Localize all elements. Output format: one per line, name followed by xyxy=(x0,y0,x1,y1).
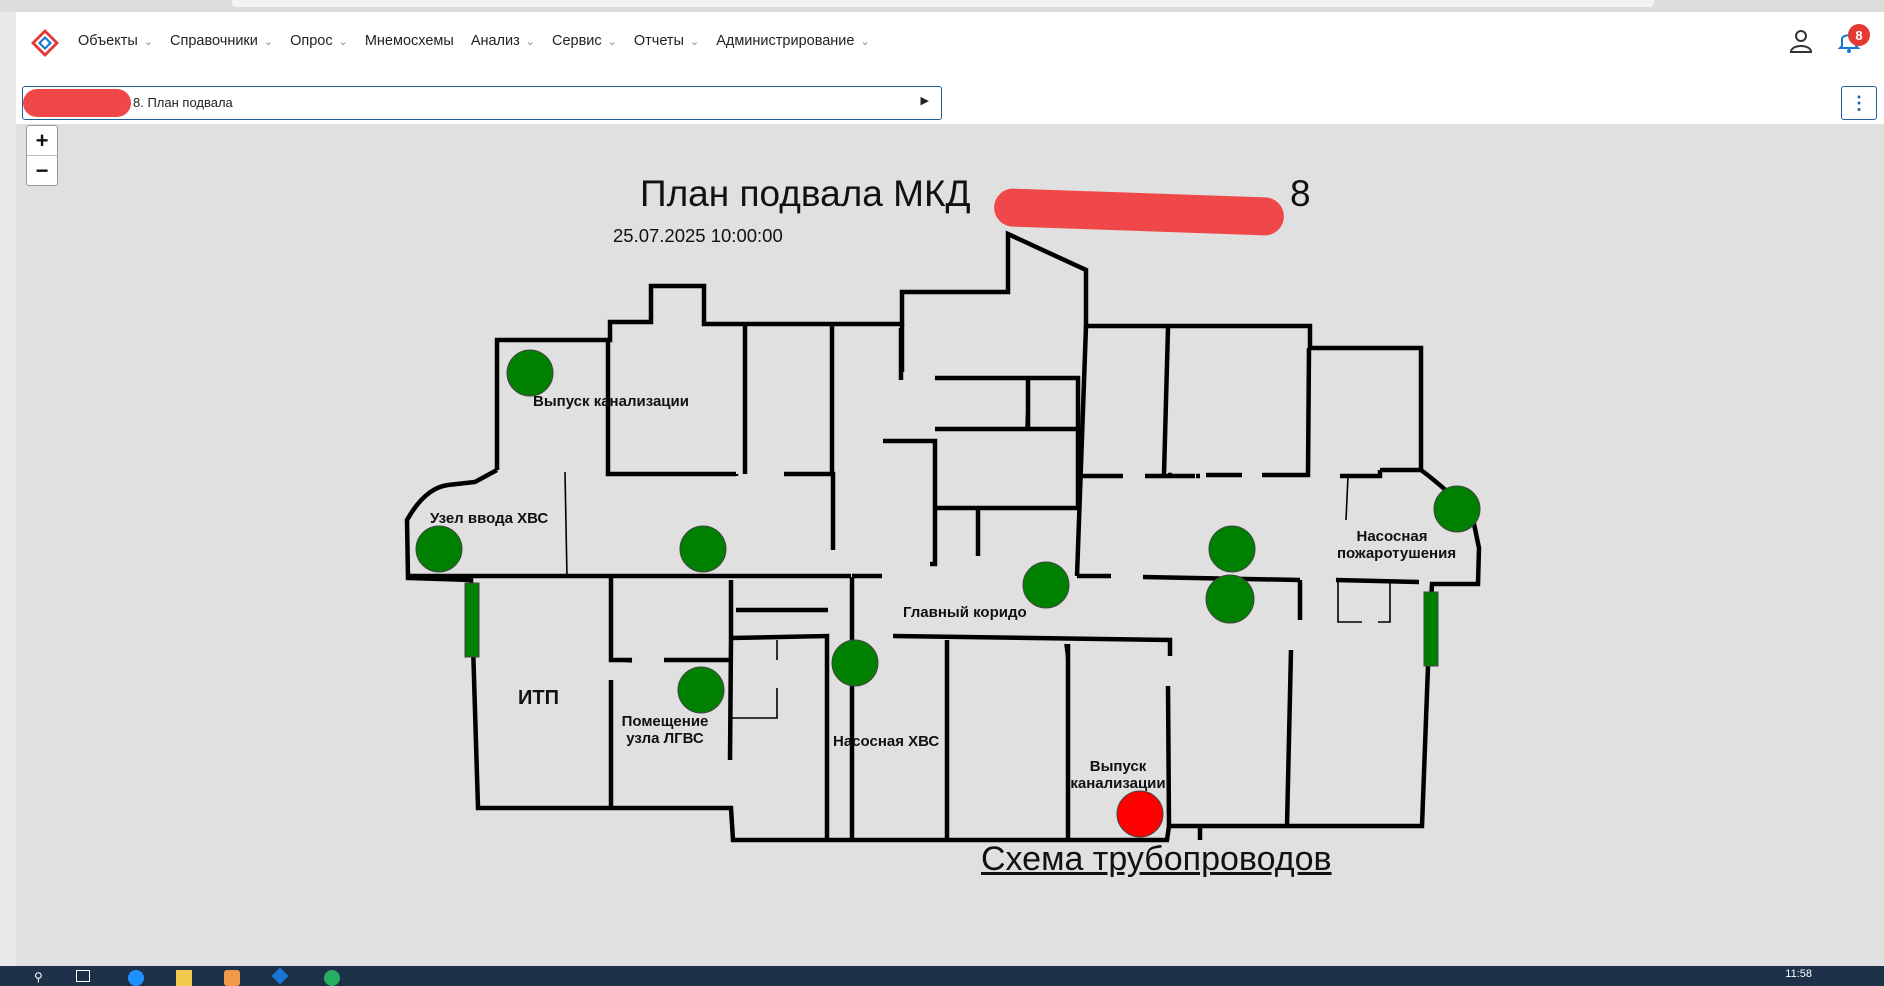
menu-item[interactable]: Мнемосхемы xyxy=(365,33,454,49)
notification-badge: 8 xyxy=(1848,24,1870,46)
menu-item-label: Администрирование xyxy=(716,33,855,49)
room-label-fire-pump: Насосная пожаротушения xyxy=(1337,528,1457,562)
task-view-icon[interactable] xyxy=(76,970,90,982)
menu-item[interactable]: Опрос ⌄ xyxy=(290,33,348,49)
chevron-down-icon: ⌄ xyxy=(860,35,870,48)
room-label-itp: ИТП xyxy=(518,687,559,709)
room-label-cold-water-pump: Насосная ХВС xyxy=(833,733,940,750)
chevron-down-icon: ⌄ xyxy=(338,35,348,48)
zoom-in-button[interactable]: + xyxy=(27,126,57,156)
app-icon[interactable] xyxy=(224,970,240,986)
browser-icon[interactable] xyxy=(128,970,144,986)
menu-item[interactable]: Справочники ⌄ xyxy=(170,33,273,49)
main-menu: Объекты ⌄ Справочники ⌄ Опрос ⌄ Мнемосхемы Анал… xyxy=(78,12,887,70)
app-icon[interactable] xyxy=(324,970,340,986)
browser-tab-strip xyxy=(0,0,1884,12)
menu-item-label: Мнемосхемы xyxy=(364,33,454,49)
browser-tab[interactable] xyxy=(232,0,1654,7)
app-window: Объекты ⌄ Справочники ⌄ Опрос ⌄ Мнемосхемы Анал… xyxy=(16,12,1884,966)
room-label-cold-water-inlet: Узел ввода ХВС xyxy=(430,510,549,527)
pipeline-scheme-link[interactable]: Схема трубопроводов xyxy=(981,840,1332,879)
menu-item[interactable]: Сервис ⌄ xyxy=(552,33,617,49)
menu-item-label: Сервис xyxy=(551,33,602,49)
zoom-control: + − xyxy=(26,125,58,186)
zoom-out-button[interactable]: − xyxy=(27,156,57,185)
room-label-sewer-outlet-top: Выпуск канализации xyxy=(533,393,689,410)
caret-right-icon[interactable]: ▶ xyxy=(921,94,929,107)
breadcrumb-text: 8. План подвала xyxy=(133,95,233,110)
more-options-button[interactable]: ⋮ xyxy=(1841,86,1877,120)
menu-item[interactable]: Анализ ⌄ xyxy=(471,33,535,49)
os-taskbar: ⚲ 11:58 xyxy=(0,966,1884,986)
menu-item-label: Справочники xyxy=(170,33,258,49)
plan-title: План подвала МКД xyxy=(640,173,971,214)
room-label-sewer-outlet-bottom: Выпуск канализации xyxy=(1070,758,1166,792)
menu-item[interactable]: Администрирование ⌄ xyxy=(716,33,870,49)
room-label-lgvs: Помещение узла ЛГВС xyxy=(621,713,709,747)
room-label-main-corridor: Главный коридо xyxy=(903,604,1027,621)
user-icon[interactable] xyxy=(1788,28,1814,54)
menu-item[interactable]: Отчеты ⌄ xyxy=(634,33,699,49)
menu-item-label: Анализ xyxy=(470,33,520,49)
plan-title-suffix: 8 xyxy=(1290,173,1311,214)
breadcrumb[interactable]: 8. План подвала ▶ xyxy=(22,86,942,120)
plan-date: 25.07.2025 10:00:00 xyxy=(613,225,783,246)
taskbar-clock: 11:58 xyxy=(1785,968,1812,980)
chevron-down-icon: ⌄ xyxy=(607,35,617,48)
search-icon[interactable]: ⚲ xyxy=(34,970,50,986)
app-logo-icon[interactable] xyxy=(30,28,60,58)
chevron-down-icon: ⌄ xyxy=(525,35,535,48)
top-navigation: Объекты ⌄ Справочники ⌄ Опрос ⌄ Мнемосхемы Анал… xyxy=(16,12,1884,71)
menu-item-label: Объекты xyxy=(78,33,138,49)
chevron-down-icon: ⌄ xyxy=(689,35,700,48)
chevron-down-icon: ⌄ xyxy=(263,35,274,48)
menu-item[interactable]: Объекты ⌄ xyxy=(78,33,153,49)
app-logo-taskbar-icon[interactable] xyxy=(271,967,289,985)
redaction-mark xyxy=(23,89,131,117)
folder-icon[interactable] xyxy=(176,970,192,986)
menu-item-label: Опрос xyxy=(290,33,333,49)
breadcrumb-bar: 8. План подвала ▶ ⋮ xyxy=(16,70,1884,124)
menu-item-label: Отчеты xyxy=(633,33,684,49)
chevron-down-icon: ⌄ xyxy=(143,35,154,48)
